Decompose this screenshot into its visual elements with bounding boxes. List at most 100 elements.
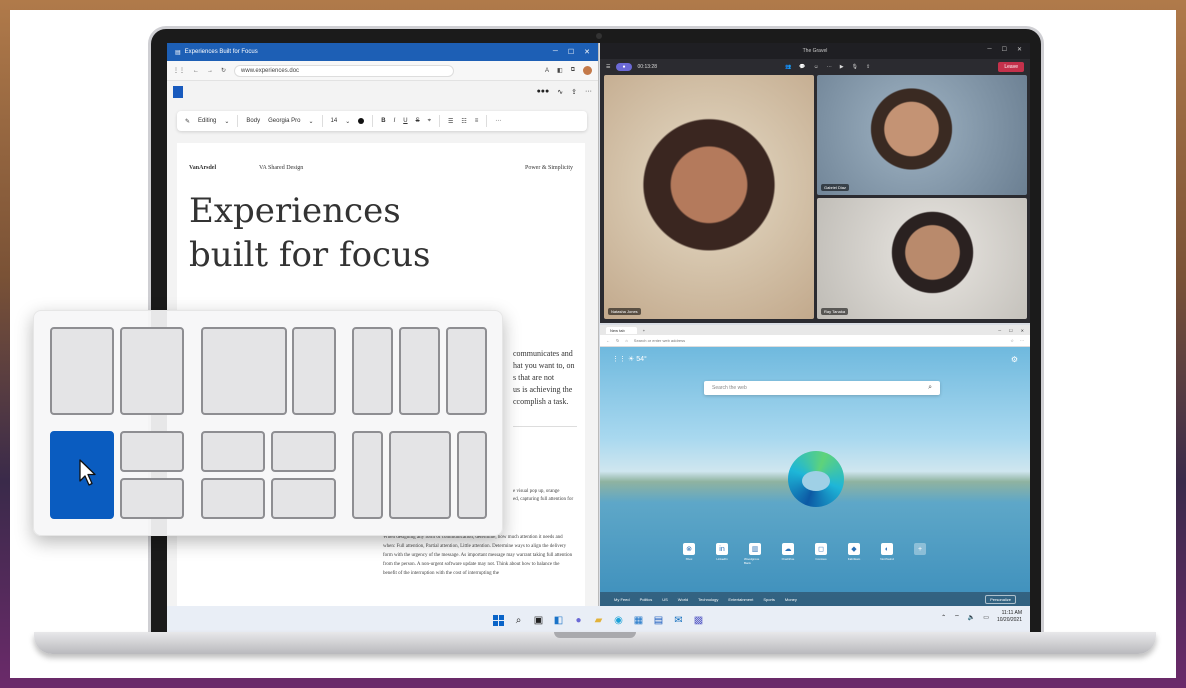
quick-link-xbox[interactable]: ⊗ Xbox <box>678 543 700 565</box>
reactions-icon[interactable]: ☺ <box>814 64 819 70</box>
task-view-icon[interactable]: ▣ <box>533 615 545 627</box>
tab-new-tab[interactable]: New tab <box>606 326 637 334</box>
snap-zone[interactable] <box>389 431 451 519</box>
font-dropdown[interactable]: Georgia Pro <box>268 118 300 124</box>
apps-grid-icon[interactable]: ⋮⋮ <box>173 67 185 74</box>
video-tile[interactable]: Ray Tanaka <box>817 198 1027 319</box>
close-icon[interactable]: ✕ <box>1021 328 1024 333</box>
share-screen-icon[interactable]: ⇪ <box>866 64 870 70</box>
close-icon[interactable]: ✕ <box>584 48 590 56</box>
quick-link-fabrikam[interactable]: ◆ Fabrikam <box>843 543 865 565</box>
refresh-icon[interactable]: ↻ <box>616 338 619 343</box>
windows-start-icon[interactable] <box>493 614 505 627</box>
feed-tab[interactable]: My Feed <box>614 597 630 602</box>
participants-icon[interactable]: 👥 <box>785 64 791 70</box>
url-field[interactable]: www.experiences.doc <box>234 64 455 77</box>
file-explorer-icon[interactable]: ▰ <box>593 615 605 627</box>
close-icon[interactable]: ✕ <box>1017 46 1022 53</box>
snap-zone[interactable] <box>201 478 265 519</box>
outlook-icon[interactable]: ✉ <box>673 615 685 627</box>
strikethrough-button[interactable]: S <box>416 118 420 124</box>
video-tile[interactable]: Gabriel Diaz <box>817 75 1027 195</box>
collections-icon[interactable]: ⧉ <box>571 67 575 74</box>
wifi-icon[interactable]: ⌔ <box>954 613 960 621</box>
more-options-icon[interactable]: ··· <box>827 64 832 70</box>
snap-zone[interactable] <box>271 431 336 472</box>
gear-icon[interactable]: ⚙ <box>1011 355 1018 364</box>
coauthors-avatars[interactable]: ●●● <box>537 88 550 96</box>
web-search-input[interactable]: Search the web ⌕ <box>704 381 940 395</box>
bullets-icon[interactable]: ☰ <box>448 118 453 125</box>
mic-icon[interactable]: 🎙 <box>852 64 858 70</box>
teams-icon[interactable]: ▩ <box>693 615 705 627</box>
chat-icon[interactable]: 💬 <box>799 64 805 70</box>
snap-zone[interactable] <box>120 327 184 415</box>
snap-zone[interactable] <box>446 327 487 415</box>
snap-zone[interactable] <box>352 431 383 519</box>
more-formatting-button[interactable]: ··· <box>495 118 501 124</box>
word-icon[interactable]: ▤ <box>653 615 665 627</box>
feed-tab[interactable]: Technology <box>698 597 718 602</box>
minimize-icon[interactable]: ─ <box>998 328 1001 333</box>
style-dropdown[interactable]: Body <box>246 118 260 124</box>
search-icon[interactable]: ⌕ <box>928 384 932 392</box>
quick-link-northwind[interactable]: ◐ Northwind <box>876 543 898 565</box>
battery-icon[interactable]: ▭ <box>983 614 989 621</box>
chevron-up-icon[interactable]: ⌃ <box>941 614 946 621</box>
snap-zone[interactable] <box>201 431 265 472</box>
video-tile[interactable]: Natasha Jones <box>604 75 814 319</box>
back-icon[interactable]: ← <box>193 68 199 74</box>
refresh-icon[interactable]: ↻ <box>221 67 226 74</box>
font-size-dropdown[interactable]: 14 <box>331 118 338 124</box>
search-icon[interactable]: ⌕ <box>513 615 525 627</box>
leave-button[interactable]: Leave <box>998 62 1024 72</box>
favorites-icon[interactable]: ☆ <box>1010 338 1014 343</box>
snap-zone[interactable] <box>399 327 440 415</box>
address-input[interactable]: Search or enter web address <box>634 338 685 343</box>
feed-tab[interactable]: Sports <box>763 597 775 602</box>
snap-zone[interactable] <box>201 327 287 415</box>
snap-zone[interactable] <box>352 327 393 415</box>
editing-mode-dropdown[interactable]: Editing <box>198 118 216 124</box>
reading-icon[interactable]: A <box>545 68 549 74</box>
font-color-icon[interactable] <box>358 118 365 124</box>
volume-icon[interactable]: 🔈 <box>968 614 975 621</box>
snap-zone-active[interactable] <box>50 431 114 519</box>
snap-zone[interactable] <box>50 327 114 415</box>
chevron-down-icon[interactable]: ⌄ <box>308 118 313 125</box>
new-tab-icon[interactable]: + <box>643 328 645 333</box>
quick-link-woodgrove[interactable]: ▥ Woodgrove Bank <box>744 543 766 565</box>
minimize-icon[interactable]: ─ <box>553 48 558 56</box>
home-icon[interactable]: ⌂ <box>625 338 627 343</box>
feed-tab[interactable]: World <box>678 597 688 602</box>
bold-button[interactable]: B <box>381 118 385 124</box>
forward-icon[interactable]: → <box>207 68 213 74</box>
activity-icon[interactable]: ∿ <box>557 88 563 96</box>
quick-link-contoso[interactable]: ◻ Contoso <box>810 543 832 565</box>
clock[interactable]: 11:11 AM 10/20/2021 <box>997 610 1022 624</box>
snap-zone[interactable] <box>120 431 184 472</box>
extensions-icon[interactable]: ◧ <box>557 67 563 74</box>
menu-icon[interactable]: ☰ <box>606 64 610 70</box>
snap-zone[interactable] <box>120 478 184 519</box>
feed-tab[interactable]: US <box>662 597 668 602</box>
maximize-icon[interactable]: ☐ <box>1009 328 1013 333</box>
camera-icon[interactable]: ▶ <box>840 64 844 70</box>
widgets-icon[interactable]: ◧ <box>553 615 565 627</box>
profile-avatar[interactable] <box>583 66 592 75</box>
chevron-down-icon[interactable]: ⌄ <box>224 118 229 125</box>
chevron-down-icon[interactable]: ⌄ <box>345 118 350 125</box>
maximize-icon[interactable]: ☐ <box>1002 46 1007 53</box>
apps-grid-icon[interactable]: ⋮⋮ <box>612 356 626 363</box>
edge-icon[interactable]: ◉ <box>613 615 625 627</box>
store-icon[interactable]: ▦ <box>633 615 645 627</box>
quick-link-onedrive[interactable]: ☁ OneDrive <box>777 543 799 565</box>
feed-tab[interactable]: Money <box>785 597 797 602</box>
add-shortcut[interactable]: + <box>909 543 931 565</box>
back-icon[interactable]: ← <box>606 338 610 343</box>
teams-chat-icon[interactable]: ● <box>573 615 585 627</box>
numbering-icon[interactable]: ☷ <box>461 118 466 125</box>
align-icon[interactable]: ≡ <box>475 118 479 124</box>
snap-zone[interactable] <box>271 478 336 519</box>
snap-zone[interactable] <box>292 327 336 415</box>
